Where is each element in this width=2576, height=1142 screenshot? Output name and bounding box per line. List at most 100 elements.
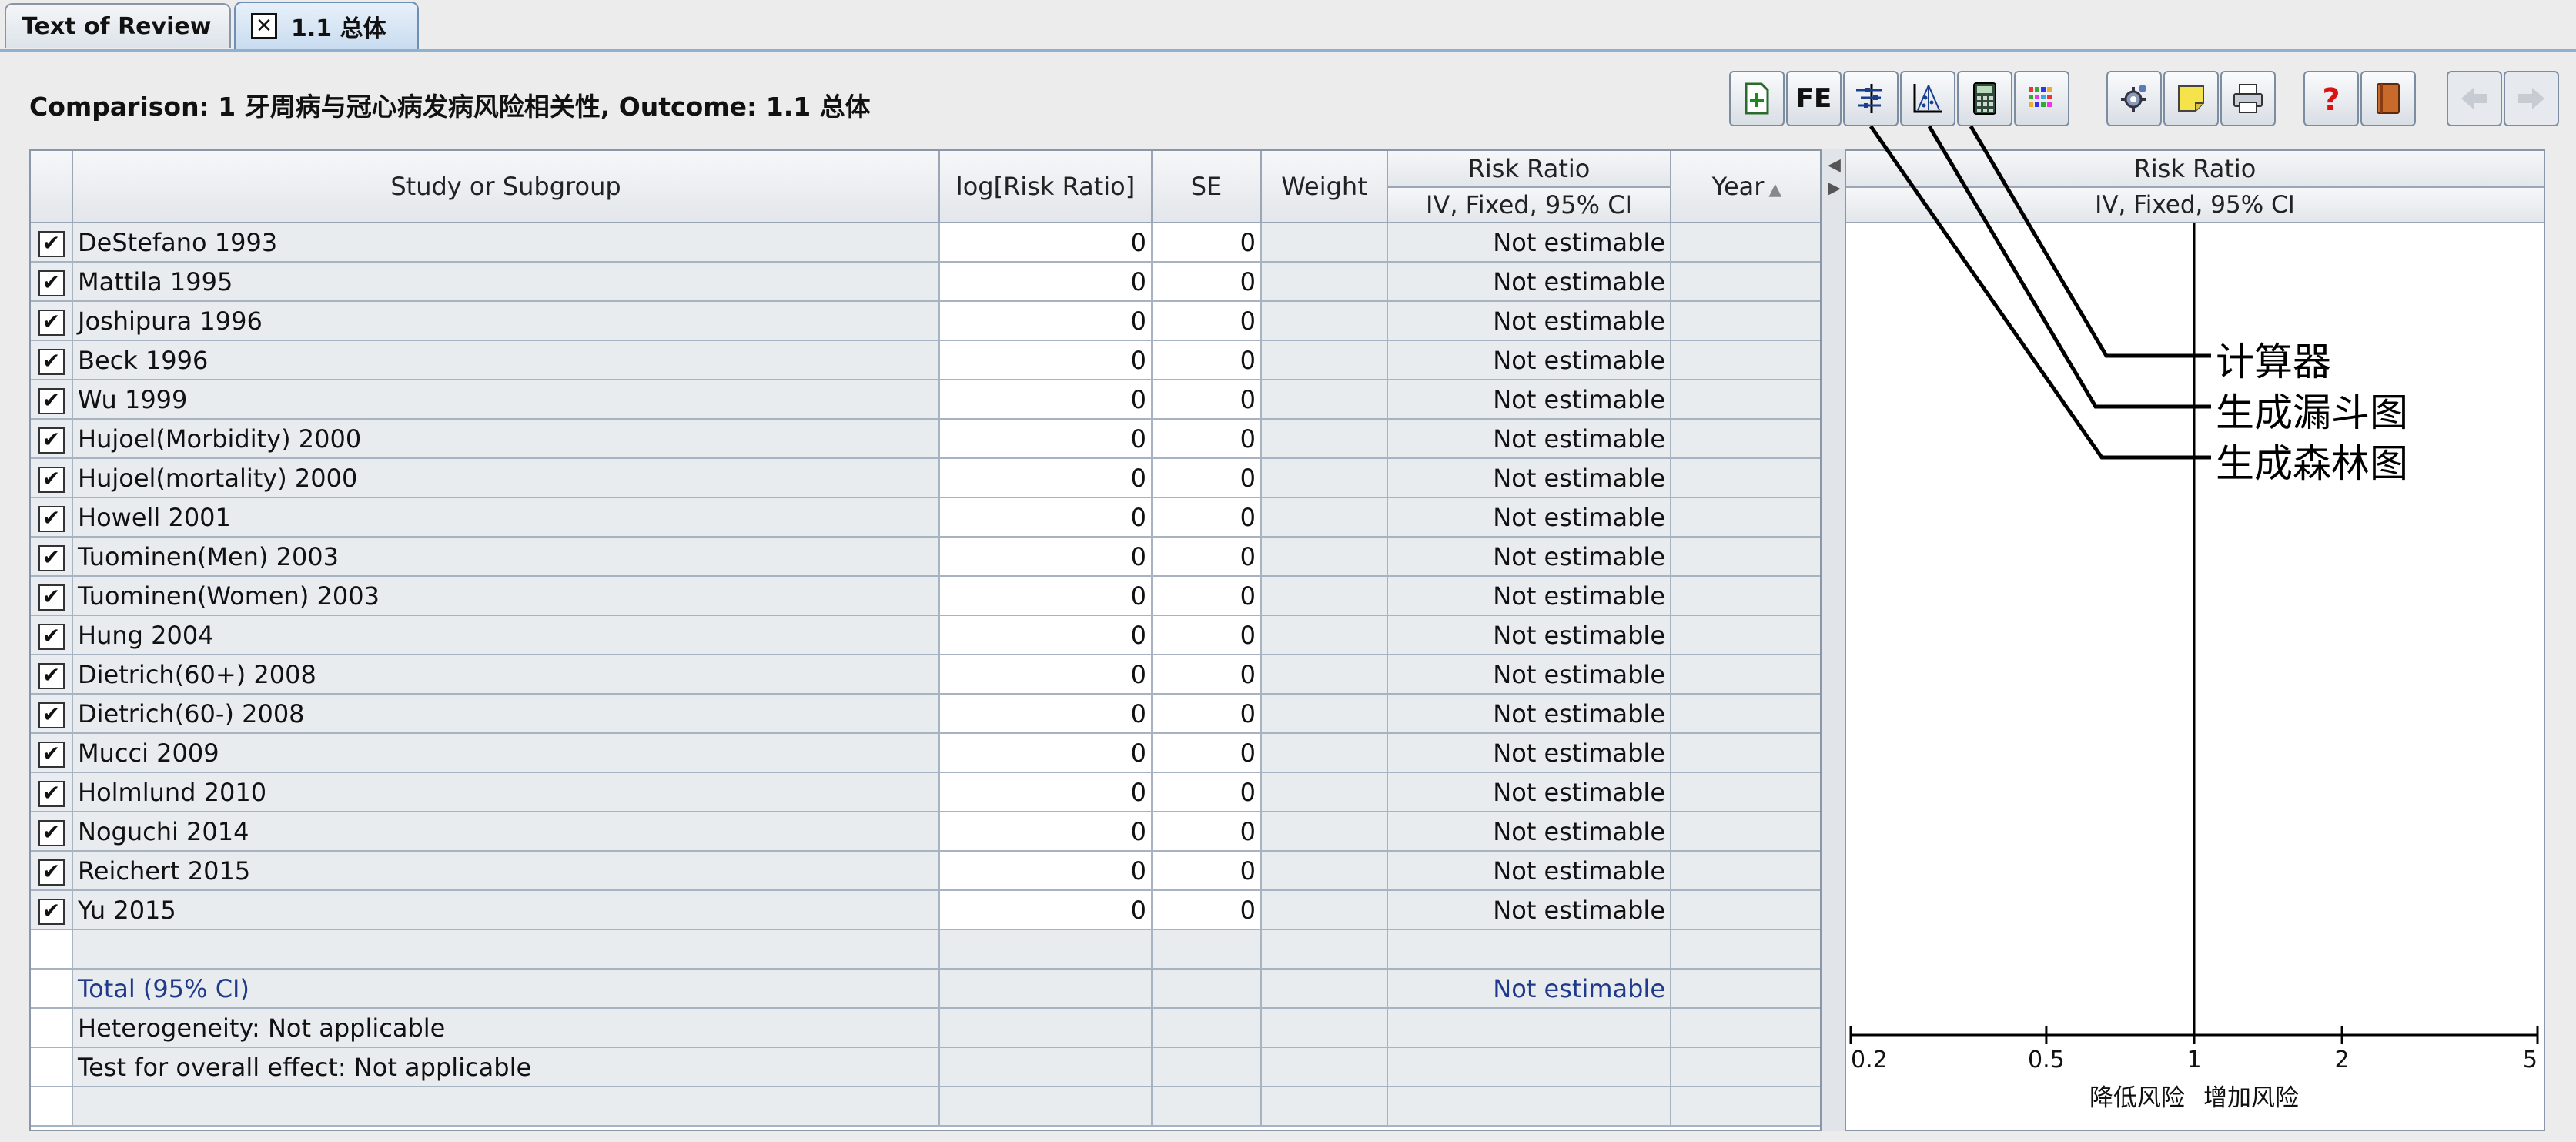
calculator-button[interactable] xyxy=(1957,71,2012,126)
se-cell[interactable]: 0 xyxy=(1152,340,1262,380)
include-checkbox[interactable]: ✔ xyxy=(38,387,65,414)
table-row[interactable]: ✔ DeStefano 1993 0 0 Not estimable xyxy=(31,223,1820,263)
se-cell[interactable]: 0 xyxy=(1152,262,1262,302)
log-rr-cell[interactable]: 0 xyxy=(939,340,1153,380)
table-row[interactable]: ✔ Hung 2004 0 0 Not estimable xyxy=(31,615,1820,655)
include-checkbox-cell[interactable]: ✔ xyxy=(31,772,73,812)
add-study-button[interactable] xyxy=(1729,71,1785,126)
log-rr-cell[interactable]: 0 xyxy=(939,890,1153,930)
study-name[interactable]: Dietrich(60+) 2008 xyxy=(72,655,940,695)
log-rr-cell[interactable]: 0 xyxy=(939,458,1153,498)
help-button[interactable]: ? xyxy=(2303,71,2359,126)
collapse-left-icon[interactable]: ◀ xyxy=(1828,156,1841,175)
study-name[interactable]: Holmlund 2010 xyxy=(72,772,940,812)
study-name[interactable]: Reichert 2015 xyxy=(72,851,940,891)
log-rr-cell[interactable]: 0 xyxy=(939,576,1153,616)
column-header-weight[interactable]: Weight xyxy=(1261,151,1388,223)
column-header-year[interactable]: Year ▲ xyxy=(1671,151,1820,223)
se-cell[interactable]: 0 xyxy=(1152,694,1262,734)
include-checkbox[interactable]: ✔ xyxy=(38,702,65,728)
include-checkbox-cell[interactable]: ✔ xyxy=(31,262,73,302)
se-cell[interactable]: 0 xyxy=(1152,733,1262,773)
include-checkbox-cell[interactable]: ✔ xyxy=(31,694,73,734)
include-checkbox-cell[interactable]: ✔ xyxy=(31,497,73,538)
log-rr-cell[interactable]: 0 xyxy=(939,694,1153,734)
tab-outcome-1-1[interactable]: ✕ 1.1 总体 xyxy=(234,2,419,49)
include-checkbox[interactable]: ✔ xyxy=(38,270,65,296)
log-rr-cell[interactable]: 0 xyxy=(939,733,1153,773)
include-checkbox[interactable]: ✔ xyxy=(38,427,65,454)
se-cell[interactable]: 0 xyxy=(1152,380,1262,420)
properties-button[interactable] xyxy=(2106,71,2162,126)
study-name[interactable]: Tuominen(Women) 2003 xyxy=(72,576,940,616)
se-cell[interactable]: 0 xyxy=(1152,458,1262,498)
tab-text-of-review[interactable]: Text of Review xyxy=(5,3,231,48)
include-checkbox[interactable]: ✔ xyxy=(38,819,65,846)
se-cell[interactable]: 0 xyxy=(1152,851,1262,891)
funnel-plot-button[interactable] xyxy=(1900,71,1955,126)
column-header-log-rr[interactable]: log[Risk Ratio] xyxy=(939,151,1153,223)
table-row[interactable]: ✔ Dietrich(60-) 2008 0 0 Not estimable xyxy=(31,694,1820,734)
se-cell[interactable]: 0 xyxy=(1152,655,1262,695)
forest-plot-button[interactable] xyxy=(1843,71,1899,126)
include-checkbox[interactable]: ✔ xyxy=(38,309,65,336)
se-cell[interactable]: 0 xyxy=(1152,419,1262,459)
table-row[interactable]: ✔ Mattila 1995 0 0 Not estimable xyxy=(31,262,1820,302)
log-rr-cell[interactable]: 0 xyxy=(939,655,1153,695)
table-row[interactable]: ✔ Noguchi 2014 0 0 Not estimable xyxy=(31,812,1820,852)
table-row[interactable]: ✔ Dietrich(60+) 2008 0 0 Not estimable xyxy=(31,655,1820,695)
handbook-button[interactable] xyxy=(2360,71,2416,126)
study-name[interactable]: Hujoel(Morbidity) 2000 xyxy=(72,419,940,459)
include-checkbox-cell[interactable]: ✔ xyxy=(31,340,73,380)
include-checkbox[interactable]: ✔ xyxy=(38,741,65,768)
log-rr-cell[interactable]: 0 xyxy=(939,537,1153,577)
table-row[interactable]: ✔ Tuominen(Women) 2003 0 0 Not estimable xyxy=(31,576,1820,616)
include-checkbox[interactable]: ✔ xyxy=(38,466,65,493)
log-rr-cell[interactable]: 0 xyxy=(939,772,1153,812)
include-checkbox[interactable]: ✔ xyxy=(38,348,65,375)
study-name[interactable]: Noguchi 2014 xyxy=(72,812,940,852)
table-row[interactable]: ✔ Yu 2015 0 0 Not estimable xyxy=(31,890,1820,930)
se-cell[interactable]: 0 xyxy=(1152,223,1262,263)
include-checkbox[interactable]: ✔ xyxy=(38,859,65,886)
se-cell[interactable]: 0 xyxy=(1152,812,1262,852)
include-checkbox-cell[interactable]: ✔ xyxy=(31,301,73,341)
study-name[interactable]: Wu 1999 xyxy=(72,380,940,420)
se-cell[interactable]: 0 xyxy=(1152,890,1262,930)
table-row[interactable]: ✔ Tuominen(Men) 2003 0 0 Not estimable xyxy=(31,537,1820,577)
include-checkbox-cell[interactable]: ✔ xyxy=(31,537,73,577)
include-checkbox-cell[interactable]: ✔ xyxy=(31,851,73,891)
include-checkbox-cell[interactable]: ✔ xyxy=(31,380,73,420)
study-name[interactable]: Mucci 2009 xyxy=(72,733,940,773)
forward-button[interactable] xyxy=(2504,71,2559,126)
include-checkbox-cell[interactable]: ✔ xyxy=(31,890,73,930)
study-name[interactable]: Dietrich(60-) 2008 xyxy=(72,694,940,734)
table-row[interactable]: ✔ Wu 1999 0 0 Not estimable xyxy=(31,380,1820,420)
table-row[interactable]: ✔ Beck 1996 0 0 Not estimable xyxy=(31,340,1820,380)
include-checkbox[interactable]: ✔ xyxy=(38,230,65,257)
include-checkbox-cell[interactable]: ✔ xyxy=(31,458,73,498)
study-name[interactable]: DeStefano 1993 xyxy=(72,223,940,263)
study-name[interactable]: Tuominen(Men) 2003 xyxy=(72,537,940,577)
study-name[interactable]: Howell 2001 xyxy=(72,497,940,538)
study-name[interactable]: Beck 1996 xyxy=(72,340,940,380)
print-button[interactable] xyxy=(2220,71,2276,126)
study-name[interactable]: Hung 2004 xyxy=(72,615,940,655)
include-checkbox-cell[interactable]: ✔ xyxy=(31,733,73,773)
table-row[interactable]: ✔ Howell 2001 0 0 Not estimable xyxy=(31,497,1820,538)
se-cell[interactable]: 0 xyxy=(1152,615,1262,655)
se-cell[interactable]: 0 xyxy=(1152,772,1262,812)
include-checkbox-cell[interactable]: ✔ xyxy=(31,576,73,616)
table-row[interactable]: ✔ Mucci 2009 0 0 Not estimable xyxy=(31,733,1820,773)
column-header-se[interactable]: SE xyxy=(1152,151,1262,223)
study-name[interactable]: Mattila 1995 xyxy=(72,262,940,302)
collapse-right-icon[interactable]: ▶ xyxy=(1828,179,1841,198)
include-checkbox-cell[interactable]: ✔ xyxy=(31,812,73,852)
include-checkbox[interactable]: ✔ xyxy=(38,780,65,807)
log-rr-cell[interactable]: 0 xyxy=(939,223,1153,263)
log-rr-cell[interactable]: 0 xyxy=(939,262,1153,302)
include-checkbox-cell[interactable]: ✔ xyxy=(31,223,73,263)
log-rr-cell[interactable]: 0 xyxy=(939,615,1153,655)
log-rr-cell[interactable]: 0 xyxy=(939,497,1153,538)
log-rr-cell[interactable]: 0 xyxy=(939,301,1153,341)
